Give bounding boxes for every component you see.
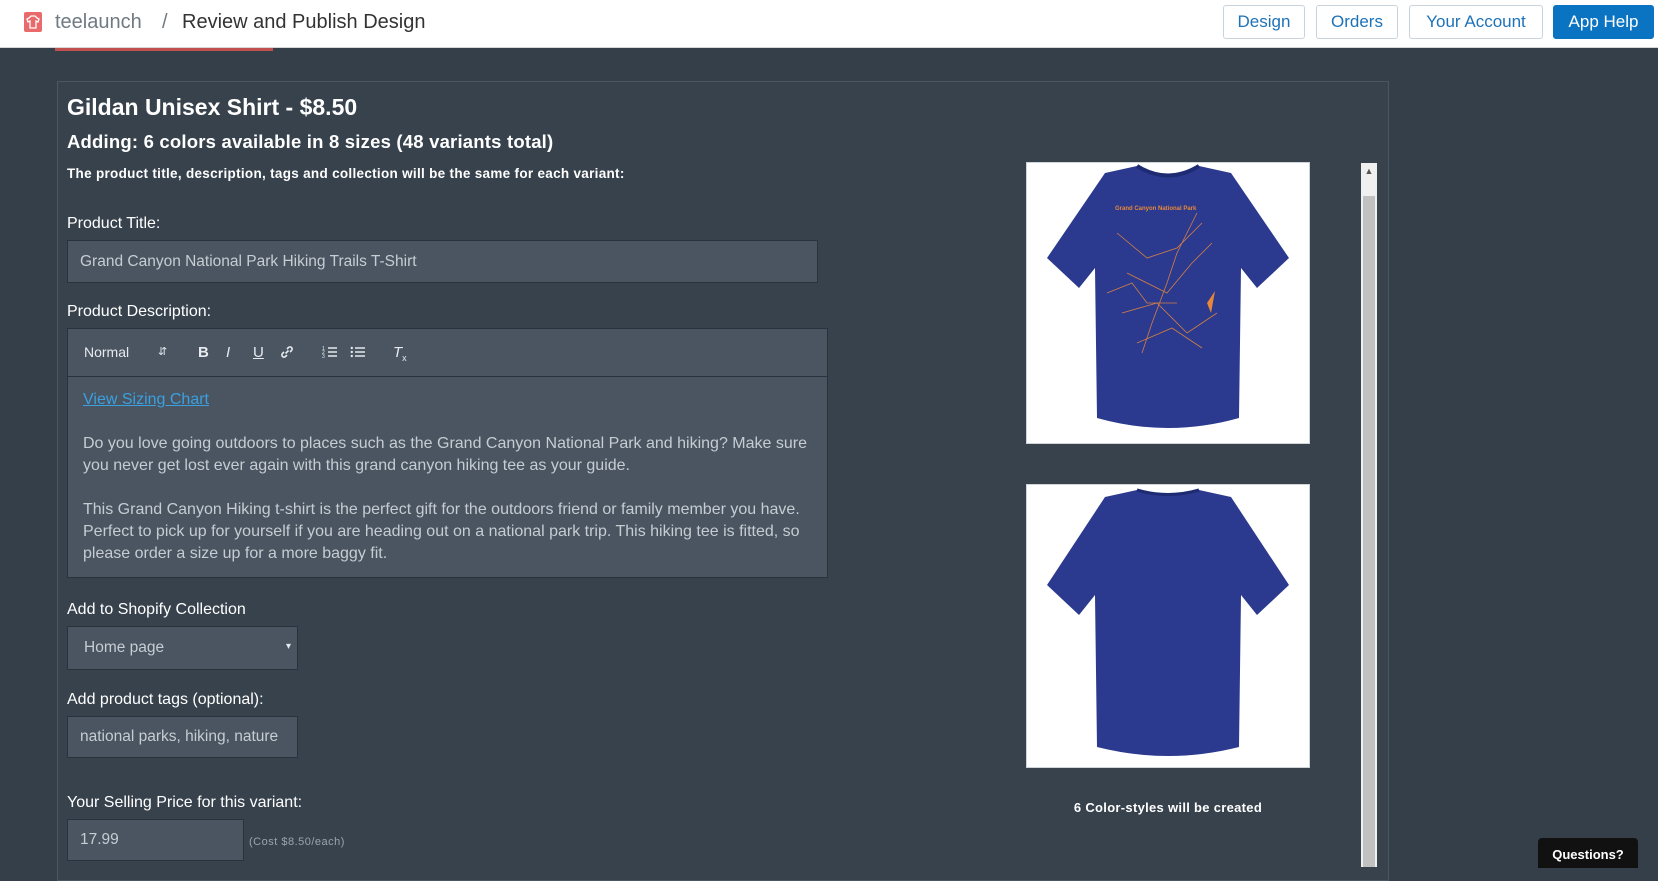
your-account-button[interactable]: Your Account (1409, 5, 1543, 39)
bullet-list-icon[interactable] (350, 344, 366, 364)
print-title: Grand Canyon National Park (1115, 206, 1197, 212)
selling-price-value: 17.99 (80, 831, 119, 848)
collection-value: Home page (84, 639, 165, 656)
format-select-arrows-icon[interactable]: ⇵ (158, 345, 167, 358)
product-heading: Gildan Unisex Shirt - $8.50 (67, 94, 358, 120)
scrollbar-thumb[interactable] (1363, 196, 1375, 867)
tags-label: Add product tags (optional): (67, 691, 264, 708)
design-button[interactable]: Design (1223, 5, 1305, 39)
front-shirt-image (1047, 164, 1289, 428)
teelaunch-logo-icon[interactable] (24, 12, 42, 32)
format-select[interactable]: Normal (84, 344, 129, 360)
underline-button[interactable]: U (253, 344, 264, 361)
selling-price-input[interactable]: 17.99 (67, 819, 244, 861)
product-description-label: Product Description: (67, 303, 212, 320)
questions-chat-button[interactable]: Questions? (1538, 838, 1638, 868)
scrollbar[interactable]: ▲ (1361, 163, 1377, 867)
back-shirt-preview[interactable] (1026, 484, 1310, 768)
link-icon[interactable] (279, 344, 295, 364)
color-styles-caption: 6 Color-styles will be created (1073, 800, 1263, 815)
collection-label: Add to Shopify Collection (67, 601, 246, 618)
sizing-chart-link[interactable]: View Sizing Chart (83, 391, 209, 408)
cost-note: (Cost $8.50/each) (249, 836, 345, 848)
product-title-label: Product Title: (67, 215, 161, 232)
product-title-value: Grand Canyon National Park Hiking Trails… (80, 252, 417, 270)
italic-button[interactable]: I (226, 344, 230, 361)
back-shirt-image (1047, 488, 1289, 756)
tags-input[interactable]: national parks, hiking, nature (67, 716, 298, 758)
top-bar: teelaunch / Review and Publish Design De… (0, 0, 1658, 48)
selling-price-label: Your Selling Price for this variant: (67, 794, 303, 811)
description-paragraph-2: This Grand Canyon Hiking t-shirt is the … (83, 501, 800, 562)
breadcrumb-separator: / (162, 11, 168, 33)
app-help-button[interactable]: App Help (1553, 5, 1654, 39)
scroll-up-arrow-icon[interactable]: ▲ (1361, 163, 1377, 179)
tags-value: national parks, hiking, nature (80, 728, 279, 745)
description-editor[interactable]: Normal ⇵ B I U 123 Tx View Sizing Chart … (67, 328, 828, 578)
brand-name[interactable]: teelaunch (55, 11, 142, 34)
product-title-input[interactable]: Grand Canyon National Park Hiking Trails… (67, 240, 818, 283)
page-title: Review and Publish Design (182, 11, 426, 33)
orders-button[interactable]: Orders (1316, 5, 1398, 39)
bold-button[interactable]: B (198, 344, 209, 361)
editor-toolbar: Normal ⇵ B I U 123 Tx (68, 329, 827, 377)
clear-format-button[interactable]: Tx (393, 344, 407, 363)
front-shirt-preview[interactable]: Grand Canyon National Park (1026, 162, 1310, 444)
svg-text:3: 3 (322, 354, 325, 360)
dropdown-arrow-icon: ▾ (285, 641, 291, 652)
editor-content[interactable]: View Sizing Chart Do you love going outd… (83, 389, 813, 587)
variants-summary: Adding: 6 colors available in 8 sizes (4… (67, 131, 554, 152)
shared-fields-note: The product title, description, tags and… (67, 166, 625, 181)
description-paragraph-1: Do you love going outdoors to places suc… (83, 435, 807, 474)
ordered-list-icon[interactable]: 123 (322, 344, 338, 364)
progress-accent-line (55, 48, 273, 51)
collection-select[interactable]: Home page ▾ (67, 626, 298, 670)
